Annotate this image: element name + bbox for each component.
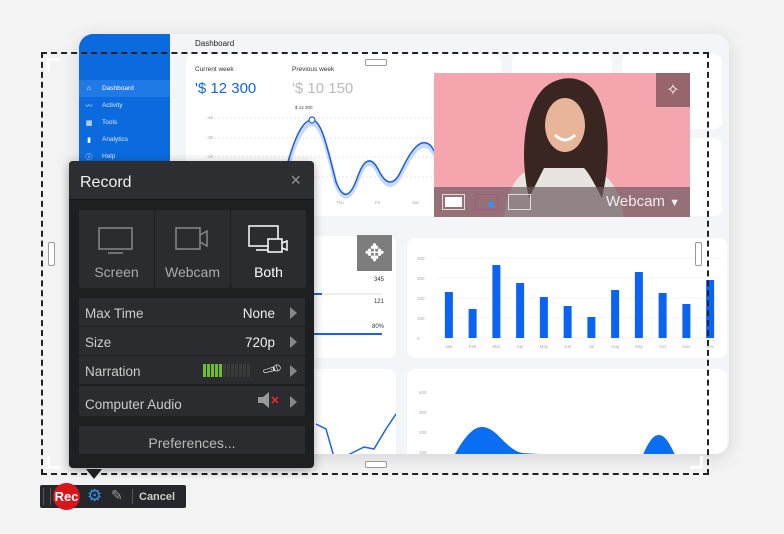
mode-both-button[interactable]: Both: [231, 210, 306, 288]
chevron-right-icon: [290, 307, 297, 319]
level-segment: [231, 364, 234, 377]
webcam-source-label: Webcam: [606, 193, 665, 210]
level-segment: [243, 364, 246, 377]
level-segment: [203, 364, 206, 377]
preferences-button[interactable]: Preferences...: [79, 426, 305, 454]
mode-screen-button[interactable]: Screen: [79, 210, 154, 288]
resize-corner-tr[interactable]: [690, 58, 703, 71]
chevron-right-icon: [290, 365, 297, 377]
pencil-icon[interactable]: ✎: [111, 487, 123, 504]
setting-max-time[interactable]: Max Time None: [79, 298, 305, 326]
setting-computer-audio[interactable]: Computer Audio: [79, 386, 305, 416]
panel-title: Record: [80, 174, 132, 191]
resize-corner-tl[interactable]: [47, 58, 60, 71]
drag-grip-icon[interactable]: [43, 488, 51, 505]
resize-corner-br[interactable]: [690, 456, 703, 469]
monitor-icon: [98, 227, 133, 254]
setting-value: 720p: [244, 335, 275, 350]
screen-and-camera-icon: [248, 225, 288, 253]
chevron-down-icon: ▼: [669, 197, 680, 209]
resize-handle-right[interactable]: [695, 242, 702, 266]
record-panel-header: Record ×: [69, 161, 314, 200]
resize-handle-left[interactable]: [48, 242, 55, 266]
level-segment: [211, 364, 214, 377]
setting-label: Computer Audio: [85, 397, 182, 412]
gear-icon[interactable]: ⚙: [87, 486, 102, 506]
resize-handle-bottom[interactable]: [365, 461, 387, 468]
setting-narration[interactable]: Narration 🎤︎: [79, 356, 305, 384]
microphone-icon[interactable]: 🎤︎: [260, 358, 283, 382]
mode-label: Screen: [94, 264, 139, 280]
setting-size[interactable]: Size 720p: [79, 327, 305, 355]
setting-label: Narration: [85, 364, 141, 379]
level-segment: [227, 364, 230, 377]
level-segment: [235, 364, 238, 377]
webcam-source-dropdown[interactable]: Webcam ▼: [606, 193, 680, 210]
page-title: Dashboard: [195, 39, 235, 48]
chevron-right-icon: [290, 396, 297, 408]
effects-button[interactable]: ✧: [656, 73, 690, 107]
layout-fullscreen-button[interactable]: [442, 194, 465, 210]
setting-value: None: [242, 306, 275, 321]
camera-icon: [175, 227, 208, 250]
webcam-controls: Webcam ▼: [434, 187, 690, 217]
setting-label: Size: [85, 335, 112, 350]
mode-label: Webcam: [165, 264, 220, 280]
record-panel: Record × Screen Webcam Both Max Time Non…: [69, 161, 314, 468]
chevron-right-icon: [290, 336, 297, 348]
mode-label: Both: [254, 264, 283, 280]
mode-webcam-button[interactable]: Webcam: [155, 210, 230, 288]
level-segment: [247, 364, 250, 377]
rec-button[interactable]: Rec: [53, 483, 80, 510]
recorder-toolbar: Rec ⚙ ✎ Cancel: [40, 483, 186, 510]
panel-pointer: [86, 469, 102, 479]
speaker-muted-icon[interactable]: [257, 391, 283, 409]
level-segment: [219, 364, 222, 377]
magic-wand-icon: ✧: [666, 82, 680, 99]
divider: [132, 489, 133, 504]
setting-label: Max Time: [85, 306, 144, 321]
layout-none-button[interactable]: [508, 194, 531, 210]
preferences-label: Preferences...: [148, 435, 236, 451]
level-segment: [223, 364, 226, 377]
webcam-preview[interactable]: ✧ Webcam ▼: [434, 73, 690, 217]
resize-corner-bl[interactable]: [47, 456, 60, 469]
cancel-button[interactable]: Cancel: [139, 491, 175, 503]
close-icon[interactable]: ×: [290, 170, 301, 191]
level-segment: [215, 364, 218, 377]
audio-level-meter: [203, 364, 250, 377]
layout-pip-button[interactable]: [475, 194, 498, 210]
resize-handle-top[interactable]: [365, 59, 387, 66]
level-segment: [239, 364, 242, 377]
level-segment: [207, 364, 210, 377]
